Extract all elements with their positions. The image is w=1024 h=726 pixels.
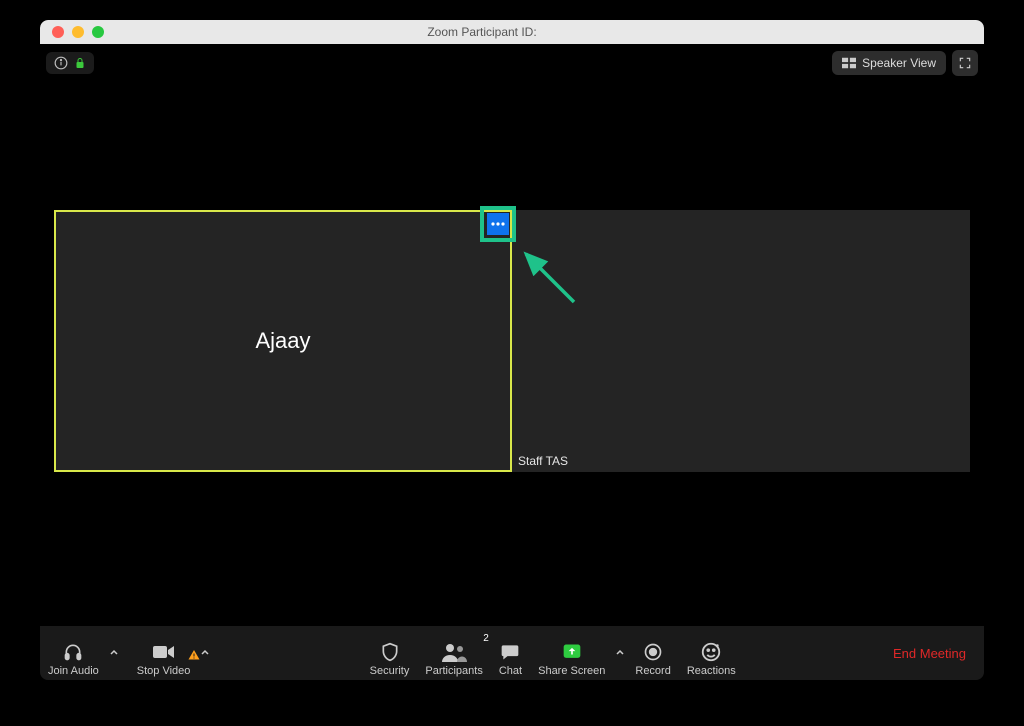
record-button[interactable]: Record bbox=[627, 629, 678, 677]
app-window: Zoom Participant ID: Speaker View bbox=[40, 20, 984, 680]
people-icon bbox=[441, 641, 467, 663]
record-icon bbox=[643, 641, 663, 663]
share-screen-icon bbox=[561, 641, 583, 663]
video-options-chevron[interactable] bbox=[198, 629, 212, 677]
share-options-chevron[interactable] bbox=[613, 629, 627, 677]
warning-icon bbox=[188, 649, 200, 661]
chat-button[interactable]: Chat bbox=[491, 629, 530, 677]
reactions-button[interactable]: Reactions bbox=[679, 629, 744, 677]
window-minimize-button[interactable] bbox=[72, 26, 84, 38]
fullscreen-button[interactable] bbox=[952, 50, 978, 76]
video-gallery: Ajaay Staff TAS bbox=[54, 210, 970, 472]
tile-more-options-button[interactable] bbox=[487, 213, 509, 235]
chat-bubble-icon bbox=[499, 641, 521, 663]
speaker-view-label: Speaker View bbox=[862, 56, 936, 70]
window-maximize-button[interactable] bbox=[92, 26, 104, 38]
gallery-icon bbox=[842, 57, 856, 69]
headphones-icon bbox=[62, 641, 84, 663]
participant-name: Ajaay bbox=[255, 328, 310, 354]
smiley-icon bbox=[700, 641, 722, 663]
join-audio-button[interactable]: Join Audio bbox=[40, 629, 107, 677]
window-title: Zoom Participant ID: bbox=[40, 25, 984, 39]
participants-count-badge: 2 bbox=[483, 633, 489, 644]
security-button[interactable]: Security bbox=[362, 629, 418, 677]
video-tile-active-speaker[interactable]: Ajaay bbox=[54, 210, 512, 472]
end-meeting-button[interactable]: End Meeting bbox=[893, 646, 984, 661]
participants-button[interactable]: 2 Participants bbox=[417, 629, 490, 677]
video-tile[interactable]: Staff TAS bbox=[512, 210, 970, 472]
video-camera-icon bbox=[152, 641, 176, 663]
participant-name: Staff TAS bbox=[518, 454, 568, 468]
meeting-toolbar: Join Audio Stop Video bbox=[40, 626, 984, 680]
share-screen-button[interactable]: Share Screen bbox=[530, 629, 613, 677]
audio-options-chevron[interactable] bbox=[107, 629, 121, 677]
more-options-icon bbox=[491, 222, 505, 226]
meeting-topbar: Speaker View bbox=[46, 50, 978, 76]
annotation-highlight-box bbox=[480, 206, 516, 242]
stop-video-button[interactable]: Stop Video bbox=[129, 629, 199, 677]
encryption-lock-icon[interactable] bbox=[74, 56, 86, 70]
titlebar: Zoom Participant ID: bbox=[40, 20, 984, 44]
speaker-view-button[interactable]: Speaker View bbox=[832, 51, 946, 75]
shield-icon bbox=[380, 641, 400, 663]
info-icon[interactable] bbox=[54, 56, 68, 70]
traffic-lights bbox=[40, 26, 104, 38]
window-close-button[interactable] bbox=[52, 26, 64, 38]
